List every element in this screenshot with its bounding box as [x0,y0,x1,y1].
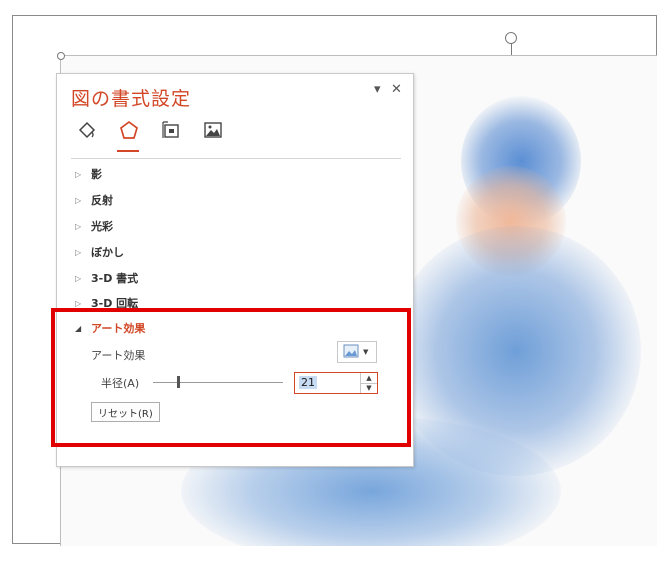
expand-arrow-icon: ▷ [75,221,82,231]
rotation-handle-stem [511,43,512,55]
size-layout-icon[interactable] [159,118,183,142]
section-soft-edges[interactable]: ▷ ぼかし [75,244,124,260]
pane-divider [71,158,401,159]
close-icon[interactable]: ✕ [391,82,402,97]
section-3d-format[interactable]: ▷ 3-D 書式 [75,270,138,286]
selection-handle[interactable] [57,52,65,60]
pane-options-dropdown[interactable]: ▾ [374,82,381,97]
pentagon-effects-icon[interactable] [117,118,141,142]
section-reflection[interactable]: ▷ 反射 [75,192,113,208]
highlight-annotation-box [51,308,411,447]
selected-tab-indicator [117,150,139,152]
expand-arrow-icon: ▷ [75,169,82,179]
pane-title: 図の書式設定 [71,88,192,110]
expand-arrow-icon: ▷ [75,247,82,257]
picture-icon[interactable] [201,118,225,142]
expand-arrow-icon: ▷ [75,298,82,308]
expand-arrow-icon: ▷ [75,195,82,205]
section-glow[interactable]: ▷ 光彩 [75,218,113,234]
expand-arrow-icon: ▷ [75,273,82,283]
section-shadow[interactable]: ▷ 影 [75,166,102,182]
fill-bucket-icon[interactable] [75,118,99,142]
